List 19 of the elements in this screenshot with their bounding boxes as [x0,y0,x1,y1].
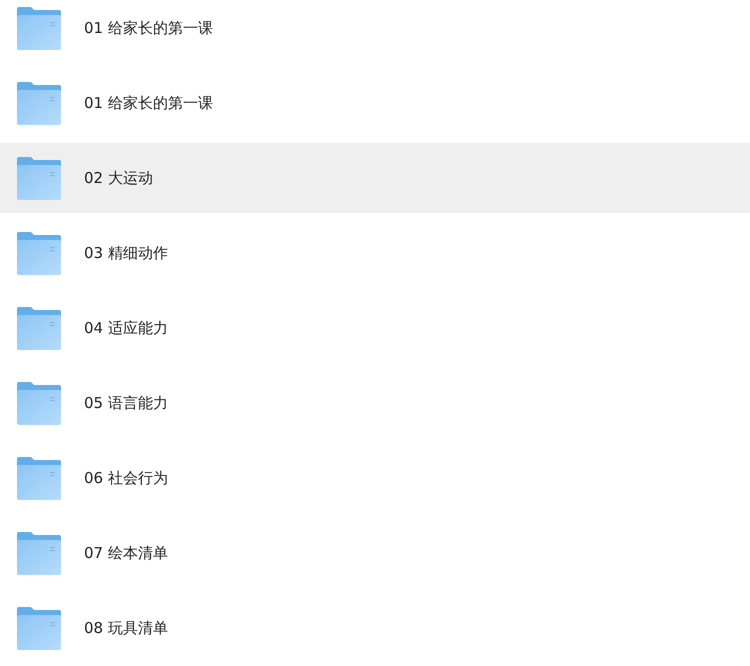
folder-name: 01 给家长的第一课 [84,18,213,39]
folder-name: 07 绘本清单 [84,542,168,564]
folder-icon [16,82,62,124]
folder-icon [16,306,62,350]
folder-name: 03 精细动作 [84,242,168,264]
folder-icon [16,232,62,274]
folder-icon [16,456,62,500]
folder-row[interactable]: 02 大运动 [0,143,750,213]
folder-icon [16,532,62,574]
folder-name: 06 社会行为 [84,468,168,489]
folder-name: 08 玩具清单 [84,618,168,639]
folder-name: 04 适应能力 [84,318,168,339]
folder-name: 02 大运动 [84,168,153,189]
folder-icon [16,382,62,424]
folder-icon [16,6,62,50]
folder-name: 01 给家长的第一课 [84,92,213,114]
folder-icon [16,156,62,200]
folder-icon [16,606,62,650]
folder-name: 05 语言能力 [84,392,168,414]
